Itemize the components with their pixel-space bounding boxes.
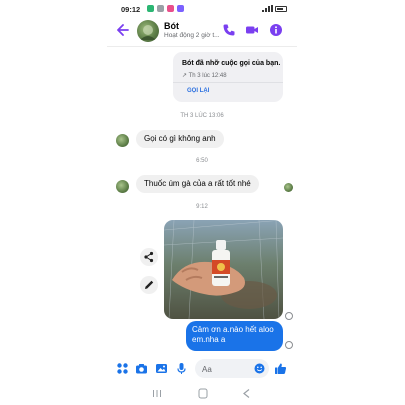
app-notification-icon bbox=[157, 5, 164, 12]
header-divider bbox=[107, 46, 297, 47]
sent-status-icon bbox=[285, 341, 293, 349]
phone-call-icon[interactable] bbox=[222, 23, 236, 37]
camera-icon[interactable] bbox=[135, 362, 148, 375]
sent-status-icon bbox=[285, 312, 293, 320]
notification-icons bbox=[147, 5, 184, 12]
back-arrow-icon[interactable] bbox=[117, 23, 129, 37]
missed-call-title: Bót đã nhỡ cuộc gọi của bạn. bbox=[182, 60, 281, 67]
info-icon[interactable] bbox=[269, 23, 283, 37]
photo-message[interactable] bbox=[164, 220, 283, 319]
home-icon[interactable] bbox=[197, 388, 209, 399]
timestamp: TH 3 LÚC 13:06 bbox=[180, 113, 224, 119]
sender-avatar bbox=[116, 134, 129, 147]
messenger-notification-icon bbox=[147, 5, 154, 12]
system-icons bbox=[262, 5, 287, 12]
message-input[interactable] bbox=[195, 360, 247, 379]
like-icon[interactable] bbox=[274, 362, 287, 375]
active-status: Hoạt động 2 giờ t... bbox=[164, 32, 220, 39]
edit-button[interactable] bbox=[140, 276, 158, 294]
outgoing-message[interactable]: Cảm ơn a.nào hết aloo em.nha a bbox=[186, 321, 283, 351]
battery-icon bbox=[275, 5, 287, 12]
message-input-box bbox=[195, 359, 269, 379]
incoming-message[interactable]: Gọi có gì không anh bbox=[136, 130, 224, 148]
system-navigation-bar bbox=[107, 386, 297, 402]
signal-icon bbox=[262, 5, 273, 12]
contact-avatar[interactable] bbox=[137, 20, 159, 42]
messenger-screen: 09:12 Bót Hoạt động 2 giờ t... Bót đã nh… bbox=[107, 0, 297, 405]
pencil-icon bbox=[145, 280, 154, 289]
call-back-button[interactable]: GỌI LẠI bbox=[187, 88, 209, 94]
app-notification-icon bbox=[177, 5, 184, 12]
conversation-header: Bót Hoạt động 2 giờ t... bbox=[107, 18, 297, 44]
back-icon[interactable] bbox=[241, 388, 253, 399]
message-composer bbox=[107, 358, 297, 380]
mic-icon[interactable] bbox=[175, 362, 188, 375]
seen-avatar bbox=[284, 183, 293, 192]
photo-medicine-bottle-in-hand-icon bbox=[164, 220, 283, 319]
app-notification-icon bbox=[167, 5, 174, 12]
incoming-message[interactable]: Thuốc úm gà của a rất tốt nhé bbox=[136, 175, 259, 193]
apps-icon[interactable] bbox=[116, 362, 129, 375]
status-time: 09:12 bbox=[121, 5, 141, 14]
missed-call-card: Bót đã nhỡ cuộc gọi của bạn. ↗ Th 3 lúc … bbox=[173, 52, 283, 102]
sender-avatar bbox=[116, 180, 129, 193]
card-divider bbox=[173, 82, 283, 83]
recent-apps-icon[interactable] bbox=[151, 388, 163, 399]
video-call-icon[interactable] bbox=[245, 23, 259, 37]
share-icon bbox=[144, 251, 154, 263]
missed-call-time: ↗ Th 3 lúc 12:48 bbox=[182, 73, 227, 79]
gallery-icon[interactable] bbox=[155, 362, 168, 375]
contact-name[interactable]: Bót bbox=[164, 21, 179, 31]
status-bar: 09:12 bbox=[107, 4, 297, 16]
timestamp: 6:50 bbox=[196, 158, 208, 164]
timestamp: 9:12 bbox=[196, 204, 208, 210]
emoji-icon[interactable] bbox=[254, 363, 265, 374]
share-button[interactable] bbox=[140, 248, 158, 266]
